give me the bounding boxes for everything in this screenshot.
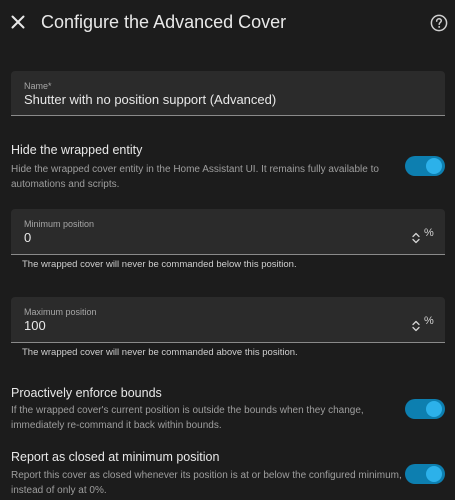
hide-entity-description: Hide the wrapped cover entity in the Hom…	[11, 164, 379, 190]
hide-entity-title: Hide the wrapped entity	[11, 143, 143, 157]
min-position-stepper[interactable]	[410, 231, 422, 245]
close-icon	[11, 15, 25, 29]
min-position-label: Minimum position	[24, 219, 95, 229]
max-position-stepper[interactable]	[410, 319, 422, 333]
dialog-header: Configure the Advanced Cover	[0, 0, 455, 46]
toggle-knob	[426, 401, 442, 417]
unfold-icon	[412, 232, 420, 244]
enforce-bounds-toggle[interactable]	[405, 399, 445, 419]
max-position-input[interactable]: 100	[24, 318, 46, 333]
max-position-label: Maximum position	[24, 307, 97, 317]
report-closed-description: Report this cover as closed whenever its…	[11, 470, 402, 496]
help-button[interactable]	[429, 13, 449, 33]
name-input[interactable]: Shutter with no position support (Advanc…	[24, 92, 276, 107]
toggle-knob	[426, 158, 442, 174]
enforce-bounds-title: Proactively enforce bounds	[11, 386, 162, 400]
min-position-suffix: %	[424, 227, 434, 239]
hide-entity-toggle[interactable]	[405, 156, 445, 176]
configure-dialog: Configure the Advanced Cover Name* Shutt…	[0, 0, 455, 500]
dialog-title: Configure the Advanced Cover	[41, 12, 287, 32]
min-position-input[interactable]: 0	[24, 230, 31, 245]
max-position-field[interactable]: Maximum position 100 %	[11, 297, 445, 343]
help-circle-icon	[430, 14, 448, 32]
report-closed-title: Report as closed at minimum position	[11, 450, 220, 464]
max-position-suffix: %	[424, 315, 434, 327]
toggle-knob	[426, 466, 442, 482]
min-position-field[interactable]: Minimum position 0 %	[11, 209, 445, 255]
min-position-helper: The wrapped cover will never be commande…	[22, 259, 297, 270]
report-closed-toggle[interactable]	[405, 464, 445, 484]
name-field[interactable]: Name* Shutter with no position support (…	[11, 71, 445, 116]
unfold-icon	[412, 320, 420, 332]
close-button[interactable]	[8, 11, 28, 33]
max-position-helper: The wrapped cover will never be commande…	[22, 347, 298, 358]
enforce-bounds-description: If the wrapped cover's current position …	[11, 405, 364, 431]
name-field-label: Name*	[24, 81, 52, 91]
